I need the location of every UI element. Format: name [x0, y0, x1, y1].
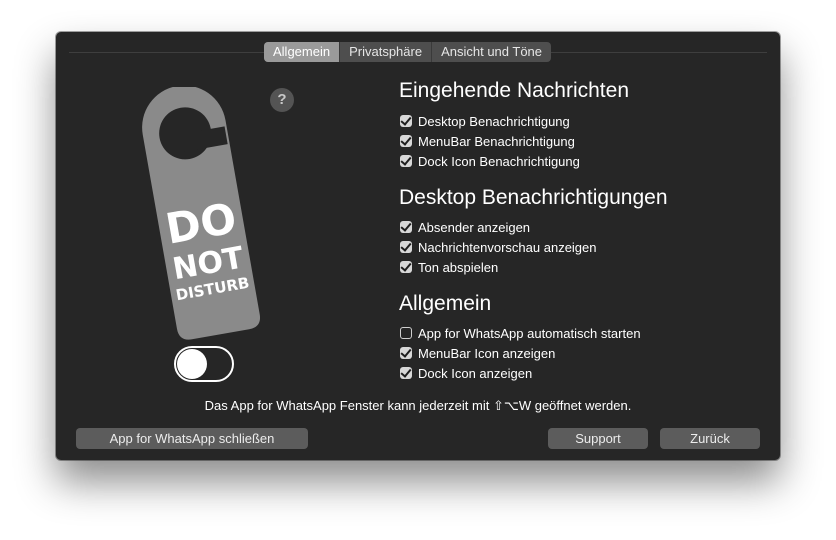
- checkbox-label: Nachrichtenvorschau anzeigen: [418, 239, 597, 255]
- checkbox-label: App for WhatsApp automatisch starten: [418, 325, 641, 341]
- tab-bar: Allgemein Privatsphäre Ansicht und Töne: [264, 42, 552, 62]
- checkbox-menubar-notification[interactable]: MenuBar Benachrichtigung: [400, 132, 575, 150]
- checkbox-play-sound[interactable]: Ton abspielen: [400, 258, 498, 276]
- support-button[interactable]: Support: [548, 428, 648, 449]
- checkbox-message-preview[interactable]: Nachrichtenvorschau anzeigen: [400, 238, 597, 256]
- tab-ansicht-und-toene[interactable]: Ansicht und Töne: [431, 42, 551, 62]
- shortcut-hint: Das App for WhatsApp Fenster kann jederz…: [204, 398, 632, 413]
- checkbox-checked-icon[interactable]: [400, 115, 412, 127]
- checkbox-label: Ton abspielen: [418, 259, 499, 275]
- checkbox-checked-icon[interactable]: [400, 347, 412, 359]
- dnd-toggle[interactable]: [174, 346, 234, 382]
- section-title-incoming: Eingehende Nachrichten: [399, 79, 629, 102]
- checkbox-show-menubar-icon[interactable]: MenuBar Icon anzeigen: [400, 344, 555, 362]
- checkbox-label: Dock Icon anzeigen: [418, 365, 533, 381]
- checkbox-label: MenuBar Benachrichtigung: [418, 133, 575, 149]
- checkbox-desktop-notification[interactable]: Desktop Benachrichtigung: [400, 112, 570, 130]
- checkbox-label: Desktop Benachrichtigung: [418, 113, 570, 129]
- checkbox-unchecked-icon[interactable]: [400, 327, 412, 339]
- checkbox-autostart[interactable]: App for WhatsApp automatisch starten: [400, 324, 641, 342]
- toggle-knob: [177, 349, 207, 379]
- checkbox-show-dock-icon[interactable]: Dock Icon anzeigen: [400, 364, 532, 382]
- tab-privatsphaere[interactable]: Privatsphäre: [339, 42, 431, 62]
- checkbox-show-sender[interactable]: Absender anzeigen: [400, 218, 530, 236]
- tab-allgemein[interactable]: Allgemein: [264, 42, 340, 62]
- checkbox-label: Absender anzeigen: [418, 219, 531, 235]
- checkbox-dock-icon-notification[interactable]: Dock Icon Benachrichtigung: [400, 152, 580, 170]
- checkbox-checked-icon[interactable]: [400, 261, 412, 273]
- checkbox-label: Dock Icon Benachrichtigung: [418, 153, 580, 169]
- preferences-window: Allgemein Privatsphäre Ansicht und Töne …: [56, 32, 780, 460]
- checkbox-checked-icon[interactable]: [400, 135, 412, 147]
- section-title-desktop: Desktop Benachrichtigungen: [399, 186, 668, 209]
- checkbox-checked-icon[interactable]: [400, 155, 412, 167]
- help-button[interactable]: ?: [270, 88, 294, 112]
- checkbox-checked-icon[interactable]: [400, 241, 412, 253]
- checkbox-checked-icon[interactable]: [400, 221, 412, 233]
- section-title-general: Allgemein: [399, 292, 492, 315]
- checkbox-label: MenuBar Icon anzeigen: [418, 345, 556, 361]
- back-button[interactable]: Zurück: [660, 428, 760, 449]
- do-not-disturb-hanger-icon: DO NOT DISTURB: [142, 87, 261, 340]
- quit-app-button[interactable]: App for WhatsApp schließen: [76, 428, 308, 449]
- checkbox-checked-icon[interactable]: [400, 367, 412, 379]
